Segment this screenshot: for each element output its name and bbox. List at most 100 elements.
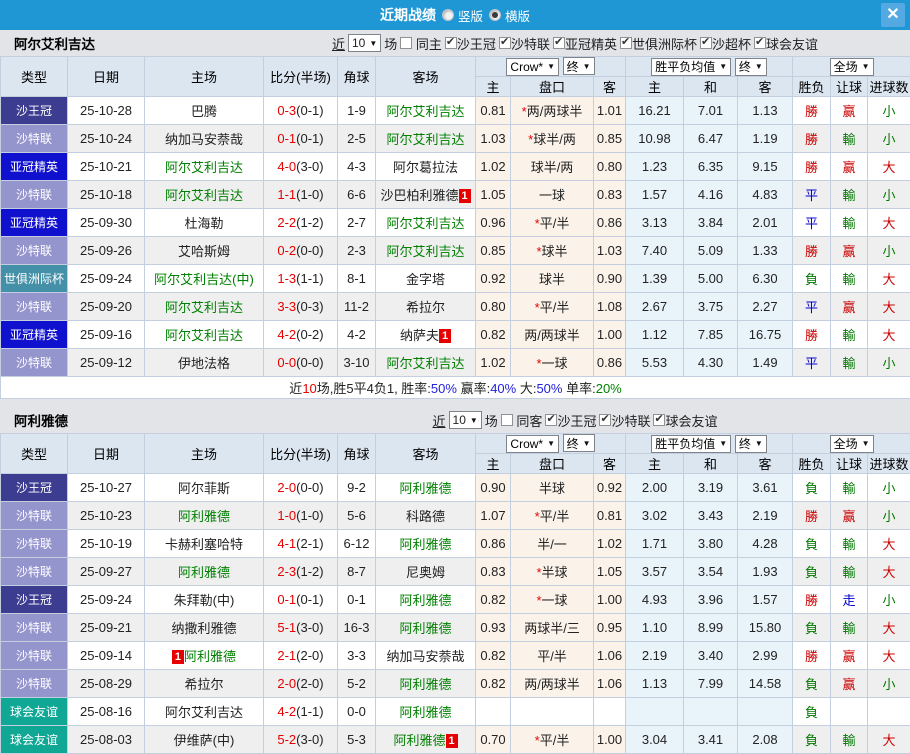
league-checkbox[interactable] [754, 37, 766, 49]
score-cell: 2-0(2-0) [264, 670, 338, 698]
radio-icon[interactable] [442, 9, 454, 21]
away-team-cell[interactable]: 阿利雅德 [376, 698, 476, 726]
home-team-cell[interactable]: 艾哈斯姆 [145, 237, 264, 265]
away-team-cell[interactable]: 阿尔葛拉法 [376, 153, 476, 181]
layout-radio-vertical[interactable]: 竖版 [442, 6, 483, 25]
league-filter[interactable]: 沙超杯 [700, 34, 751, 53]
home-team-cell[interactable]: 阿尔艾利吉达 [145, 153, 264, 181]
handicap-text: 球半/两 [533, 132, 576, 147]
odds-provider-select[interactable]: Crow*▼ [506, 58, 559, 76]
team-name-text: 阿尔艾利吉达 [165, 328, 243, 343]
goals-result-cell: 大 [868, 530, 910, 558]
away-team-cell[interactable]: 阿尔艾利吉达 [376, 125, 476, 153]
away-team-cell[interactable]: 沙巴柏利雅德1 [376, 181, 476, 209]
league-checkbox[interactable] [553, 37, 565, 49]
away-team-cell[interactable]: 阿利雅德 [376, 474, 476, 502]
away-team-cell[interactable]: 纳加马安萘哉 [376, 642, 476, 670]
home-team-cell[interactable]: 纳撒利雅德 [145, 614, 264, 642]
avg-draw-cell: 4.16 [684, 181, 738, 209]
league-filter[interactable]: 球会友谊 [754, 34, 818, 53]
league-filter[interactable]: 亚冠精英 [553, 34, 617, 53]
league-filter[interactable]: 沙特联 [599, 411, 650, 430]
match-row: 沙特联25-10-18阿尔艾利吉达1-1(1-0)6-6沙巴柏利雅德11.05一… [1, 181, 910, 209]
league-filter[interactable]: 沙特联 [499, 34, 550, 53]
league-filter[interactable]: 沙王冠 [445, 34, 496, 53]
handicap-text: 球半 [542, 244, 568, 259]
league-checkbox[interactable] [653, 414, 665, 426]
home-team-cell[interactable]: 朱拜勒(中) [145, 586, 264, 614]
home-team-cell[interactable]: 阿尔艾利吉达 [145, 698, 264, 726]
half-score: (3-0) [296, 159, 323, 174]
chevron-down-icon: ▼ [719, 62, 727, 71]
home-team-cell[interactable]: 阿尔艾利吉达 [145, 181, 264, 209]
home-team-cell[interactable]: 阿利雅德 [145, 502, 264, 530]
home-team-cell[interactable]: 阿利雅德 [145, 558, 264, 586]
league-checkbox[interactable] [445, 37, 457, 49]
away-team-cell[interactable]: 阿利雅德 [376, 670, 476, 698]
radio-icon-checked[interactable] [489, 9, 501, 21]
avg-final-select[interactable]: 终▼ [735, 435, 767, 453]
away-team-cell[interactable]: 金字塔 [376, 265, 476, 293]
home-team-cell[interactable]: 伊地法格 [145, 349, 264, 377]
away-team-cell[interactable]: 阿尔艾利吉达 [376, 349, 476, 377]
home-team-cell[interactable]: 卡赫利塞哈特 [145, 530, 264, 558]
home-team-cell[interactable]: 纳加马安萘哉 [145, 125, 264, 153]
avg-final-select[interactable]: 终▼ [735, 58, 767, 76]
recent-label[interactable]: 近 [433, 411, 446, 430]
layout-radio-horizontal[interactable]: 横版 [489, 6, 530, 25]
away-team-cell[interactable]: 科路德 [376, 502, 476, 530]
avg-select[interactable]: 胜平负均值▼ [651, 58, 731, 76]
odds-home-cell: 1.03 [476, 125, 511, 153]
away-team-cell[interactable]: 阿尔艾利吉达 [376, 97, 476, 125]
league-filter[interactable]: 世俱洲际杯 [620, 34, 697, 53]
same-venue-checkbox[interactable] [501, 414, 513, 426]
away-team-cell[interactable]: 阿利雅德 [376, 614, 476, 642]
away-team-cell[interactable]: 阿利雅德 [376, 586, 476, 614]
league-checkbox[interactable] [545, 414, 557, 426]
recent-count-select[interactable]: 10▼ [348, 34, 381, 52]
away-team-cell[interactable]: 希拉尔 [376, 293, 476, 321]
league-checkbox[interactable] [499, 37, 511, 49]
league-checkbox[interactable] [700, 37, 712, 49]
league-filter[interactable]: 沙王冠 [545, 411, 596, 430]
odds-provider-select[interactable]: Crow*▼ [506, 435, 559, 453]
full-score: 0-1 [277, 131, 296, 146]
scope-select[interactable]: 全场▼ [830, 435, 874, 453]
recent-label[interactable]: 近 [332, 34, 345, 53]
corner-cell: 0-1 [338, 586, 376, 614]
team-name-text: 阿利雅德 [178, 509, 230, 524]
away-team-cell[interactable]: 阿利雅德 [376, 530, 476, 558]
result-cell: 平 [793, 209, 831, 237]
home-team-cell[interactable]: 伊维萨(中) [145, 726, 264, 754]
home-team-cell[interactable]: 1阿利雅德 [145, 642, 264, 670]
away-team-cell[interactable]: 尼奥姆 [376, 558, 476, 586]
home-team-cell[interactable]: 阿尔艾利吉达 [145, 321, 264, 349]
odds-final-select[interactable]: 终▼ [563, 57, 595, 75]
away-team-cell[interactable]: 阿利雅德1 [376, 726, 476, 754]
close-icon[interactable]: ✕ [881, 3, 905, 27]
away-team-cell[interactable]: 纳萨夫1 [376, 321, 476, 349]
outcome-text: 赢 [843, 509, 856, 524]
away-team-cell[interactable]: 阿尔艾利吉达 [376, 209, 476, 237]
away-team-cell[interactable]: 阿尔艾利吉达 [376, 237, 476, 265]
home-team-cell[interactable]: 杜海勒 [145, 209, 264, 237]
same-venue-filter[interactable]: 同客 [501, 411, 543, 430]
home-team-cell[interactable]: 希拉尔 [145, 670, 264, 698]
league-checkbox[interactable] [620, 37, 632, 49]
avg-away-cell: 14.58 [738, 670, 793, 698]
same-venue-filter[interactable]: 同主 [400, 34, 442, 53]
outcome-text: 小 [883, 677, 896, 692]
league-checkbox[interactable] [599, 414, 611, 426]
odds-final-select[interactable]: 终▼ [563, 434, 595, 452]
home-team-cell[interactable]: 阿尔艾利吉达 [145, 293, 264, 321]
avg-select[interactable]: 胜平负均值▼ [651, 435, 731, 453]
result-cell: 勝 [793, 642, 831, 670]
home-team-cell[interactable]: 巴腾 [145, 97, 264, 125]
recent-count-select[interactable]: 10▼ [449, 411, 482, 429]
away-col-header: 客场 [376, 434, 476, 474]
scope-select[interactable]: 全场▼ [830, 58, 874, 76]
home-team-cell[interactable]: 阿尔菲斯 [145, 474, 264, 502]
same-venue-checkbox[interactable] [400, 37, 412, 49]
home-team-cell[interactable]: 阿尔艾利吉达(中) [145, 265, 264, 293]
league-filter[interactable]: 球会友谊 [653, 411, 717, 430]
